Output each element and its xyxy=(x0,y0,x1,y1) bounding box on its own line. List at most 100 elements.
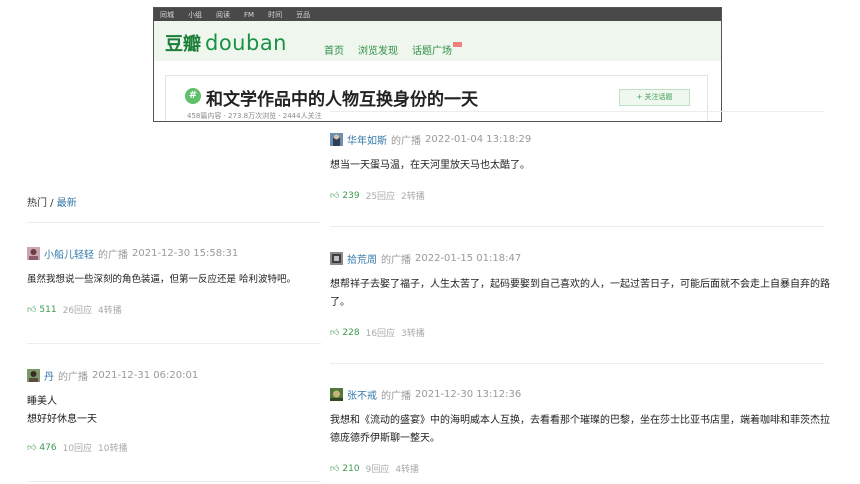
douban-nav-bar: 豆瓣 douban 首页 浏览发现 话题广场 xyxy=(154,21,721,61)
divider xyxy=(27,222,321,223)
status-post: 张不戒 的广播 2021-12-30 13:12:36 我想和《流动的盛宴》中的… xyxy=(330,387,830,475)
douban-top-nav: 同城 小组 阅读 FM 时间 豆品 xyxy=(154,8,721,21)
divider xyxy=(27,481,321,482)
thumbs-up-icon: 👍︎ xyxy=(330,327,340,338)
author-name[interactable]: 丹 xyxy=(44,368,54,383)
repost-count[interactable]: 2转播 xyxy=(401,189,425,202)
hot-icon xyxy=(453,42,462,47)
logo-cn: 豆瓣 xyxy=(165,34,201,55)
nav-home[interactable]: 首页 xyxy=(324,42,344,57)
like-count: 228 xyxy=(342,327,360,338)
post-meta: 小船儿轻轻 的广播 2021-12-30 15:58:31 xyxy=(27,246,327,261)
avatar[interactable] xyxy=(27,247,40,260)
thumbs-up-icon: 👍︎ xyxy=(27,442,37,453)
avatar[interactable] xyxy=(27,369,40,382)
status-post: 拾荒周 的广播 2022-01-15 01:18:47 想帮祥子去娶了福子，人生… xyxy=(330,251,830,339)
status-post: 华年如斯 的广播 2022-01-04 13:18:29 想当一天蛋马温，在天河… xyxy=(330,132,830,202)
top-nav-item[interactable]: FM xyxy=(244,11,254,19)
post-meta: 丹 的广播 2021-12-31 06:20:01 xyxy=(27,368,327,383)
divider xyxy=(330,111,824,112)
status-post: 丹 的广播 2021-12-31 06:20:01 睡美人 想好好休息一天 👍︎… xyxy=(27,368,327,454)
post-time[interactable]: 2021-12-31 06:20:01 xyxy=(92,370,198,381)
post-time[interactable]: 2022-01-15 01:18:47 xyxy=(415,253,521,264)
like-button[interactable]: 👍︎ 210 xyxy=(330,464,360,474)
avatar[interactable] xyxy=(330,388,343,401)
like-button[interactable]: 👍︎ 476 xyxy=(27,443,57,453)
divider xyxy=(330,226,824,227)
nav-topics-label: 话题广场 xyxy=(412,46,452,57)
post-actions: 👍︎ 239 25回应 2转播 xyxy=(330,189,830,203)
divider xyxy=(27,343,321,344)
tab-divider: / xyxy=(47,198,57,209)
like-count: 511 xyxy=(39,304,57,315)
repost-count[interactable]: 4转播 xyxy=(395,462,419,475)
avatar[interactable] xyxy=(330,252,343,265)
top-nav-item[interactable]: 阅读 xyxy=(216,10,230,20)
post-content-line: 想好好休息一天 xyxy=(27,414,97,425)
tab-hot[interactable]: 热门 xyxy=(27,198,47,209)
follow-topic-button[interactable]: + 关注话题 xyxy=(619,89,690,106)
thumbs-up-icon: 👍︎ xyxy=(27,304,37,315)
reply-count[interactable]: 26回应 xyxy=(63,303,92,316)
reply-count[interactable]: 9回应 xyxy=(366,462,390,475)
top-nav-item[interactable]: 时间 xyxy=(268,10,282,20)
repost-count[interactable]: 4转播 xyxy=(98,303,122,316)
repost-count[interactable]: 10转播 xyxy=(98,441,127,454)
post-actions: 👍︎ 511 26回应 4转播 xyxy=(27,303,327,317)
like-button[interactable]: 👍︎ 228 xyxy=(330,328,360,338)
top-nav-item[interactable]: 同城 xyxy=(160,10,174,20)
like-button[interactable]: 👍︎ 239 xyxy=(330,191,360,201)
post-type: 的广播 xyxy=(58,372,88,383)
divider xyxy=(330,363,824,364)
post-time[interactable]: 2021-12-30 15:58:31 xyxy=(132,248,238,259)
post-content: 虽然我想说一些深刻的角色装逼，但第一反应还是 哈利波特吧。 xyxy=(27,274,297,285)
reply-count[interactable]: 16回应 xyxy=(366,326,395,339)
post-type: 的广播 xyxy=(381,391,411,402)
like-count: 476 xyxy=(39,442,57,453)
post-meta: 张不戒 的广播 2021-12-30 13:12:36 xyxy=(330,387,830,402)
reply-count[interactable]: 25回应 xyxy=(366,189,395,202)
topic-stats: 458篇内容 · 273.8万次浏览 · 2444人关注 xyxy=(187,112,322,120)
top-nav-item[interactable]: 小组 xyxy=(188,10,202,20)
post-time[interactable]: 2021-12-30 13:12:36 xyxy=(415,389,521,400)
main-nav: 首页 浏览发现 话题广场 xyxy=(324,42,476,57)
top-nav-item[interactable]: 豆品 xyxy=(296,10,310,20)
hashtag-icon: # xyxy=(185,88,201,104)
topic-header-snapshot: 同城 小组 阅读 FM 时间 豆品 豆瓣 douban 首页 浏览发现 话题广场… xyxy=(153,7,722,122)
reply-count[interactable]: 10回应 xyxy=(63,441,92,454)
post-content: 我想和《流动的盛宴》中的海明威本人互换，去看看那个璀璨的巴黎，坐在莎士比亚书店里… xyxy=(330,415,830,444)
author-name[interactable]: 拾荒周 xyxy=(347,251,377,266)
nav-explore[interactable]: 浏览发现 xyxy=(358,42,398,57)
author-name[interactable]: 小船儿轻轻 xyxy=(44,246,94,261)
post-actions: 👍︎ 210 9回应 4转播 xyxy=(330,462,830,476)
douban-logo[interactable]: 豆瓣 douban xyxy=(165,30,287,56)
author-name[interactable]: 华年如斯 xyxy=(347,132,387,147)
post-content: 想当一天蛋马温，在天河里放天马也太酷了。 xyxy=(330,160,530,171)
post-content: 睡美人 想好好休息一天 xyxy=(27,393,327,429)
topic-card: # 和文学作品中的人物互换身份的一天 458篇内容 · 273.8万次浏览 · … xyxy=(165,75,708,121)
post-type: 的广播 xyxy=(98,250,128,261)
post-actions: 👍︎ 228 16回应 3转播 xyxy=(330,326,830,340)
like-count: 210 xyxy=(342,463,360,474)
post-content-line: 睡美人 xyxy=(27,396,57,407)
post-time[interactable]: 2022-01-04 13:18:29 xyxy=(425,134,531,145)
thumbs-up-icon: 👍︎ xyxy=(330,463,340,474)
tab-latest[interactable]: 最新 xyxy=(57,198,77,209)
post-meta: 拾荒周 的广播 2022-01-15 01:18:47 xyxy=(330,251,830,266)
nav-topics[interactable]: 话题广场 xyxy=(412,42,462,57)
post-type: 的广播 xyxy=(381,255,411,266)
like-button[interactable]: 👍︎ 511 xyxy=(27,305,57,315)
thumbs-up-icon: 👍︎ xyxy=(330,190,340,201)
post-actions: 👍︎ 476 10回应 10转播 xyxy=(27,441,327,455)
status-post: 小船儿轻轻 的广播 2021-12-30 15:58:31 虽然我想说一些深刻的… xyxy=(27,246,327,316)
avatar[interactable] xyxy=(330,133,343,146)
like-count: 239 xyxy=(342,190,360,201)
post-content: 想帮祥子去娶了福子，人生太苦了，起码要娶到自己喜欢的人，一起过苦日子，可能后面就… xyxy=(330,279,830,308)
repost-count[interactable]: 3转播 xyxy=(401,326,425,339)
post-type: 的广播 xyxy=(391,136,421,147)
topic-title: 和文学作品中的人物互换身份的一天 xyxy=(206,90,478,110)
sort-tabs: 热门 / 最新 xyxy=(27,194,77,209)
logo-en: douban xyxy=(205,31,287,55)
author-name[interactable]: 张不戒 xyxy=(347,387,377,402)
post-meta: 华年如斯 的广播 2022-01-04 13:18:29 xyxy=(330,132,830,147)
